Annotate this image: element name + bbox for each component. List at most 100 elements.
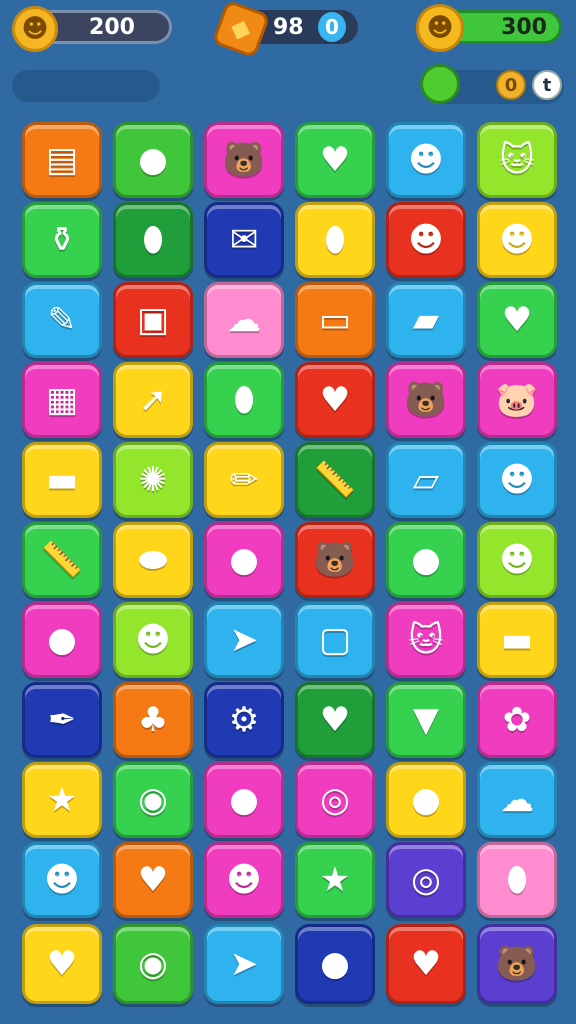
tile-r6-c2[interactable]: ⬬ [113,522,193,598]
tray-tile-4[interactable]: ● [295,924,375,1004]
coins-value: 200 [89,14,135,40]
tile-r4-c6[interactable]: 🐷 [477,362,557,438]
game-board: ▤ ● 🐻 ♥ ☻ 🐱 ⚱ ⬮ ✉ ⬮ ☻ ☻ ✎ ▣ ☁ ▭ ▰ ♥ ▦ ➚ ⬮ ♥ 🐻 🐷 ▬ ✺ ✏ 📏 ▱ ☻ 📏 ⬬ ● 🐻 ● ☻ ● ☻ ➤ ▢… [22,122,558,918]
tile-r8-c3[interactable]: ⚙ [204,682,284,758]
leaf-icon: ● [411,780,441,820]
pill-icon: ⬮ [324,220,346,260]
tile-r10-c6[interactable]: ⬮ [477,842,557,918]
tile-r7-c2[interactable]: ☻ [113,602,193,678]
slipper-icon: ⬬ [138,540,168,580]
gems-badge-value: 0 [325,15,339,39]
tile-r9-c3[interactable]: ● [204,762,284,838]
tile-r2-c2[interactable]: ⬮ [113,202,193,278]
tile-r1-c6[interactable]: 🐱 [477,122,557,198]
paper-plane-icon: ➤ [229,620,259,660]
tile-r6-c3[interactable]: ● [204,522,284,598]
tile-r10-c4[interactable]: ★ [295,842,375,918]
tile-r2-c4[interactable]: ⬮ [295,202,375,278]
tile-r6-c1[interactable]: 📏 [22,522,102,598]
tile-r1-c2[interactable]: ● [113,122,193,198]
heart-icon: ♥ [319,140,351,180]
tile-r7-c3[interactable]: ➤ [204,602,284,678]
tile-r8-c5[interactable]: ▼ [386,682,466,758]
layered-block-icon: ▤ [45,140,79,180]
tile-r3-c1[interactable]: ✎ [22,282,102,358]
tablet-icon: ▱ [412,460,440,500]
tile-r10-c1[interactable]: ☻ [22,842,102,918]
tray-tile-5[interactable]: ♥ [386,924,466,1004]
tile-r5-c3[interactable]: ✏ [204,442,284,518]
tile-r3-c2[interactable]: ▣ [113,282,193,358]
heart-icon: ♥ [319,380,351,420]
gems-badge[interactable]: 0 [318,12,346,42]
blob-face-icon: ☻ [499,460,535,500]
gems-value: 98 [273,14,304,40]
tile-r1-c4[interactable]: ♥ [295,122,375,198]
tile-r5-c5[interactable]: ▱ [386,442,466,518]
heart-icon: ♥ [319,700,351,740]
tile-r9-c1[interactable]: ★ [22,762,102,838]
tile-r5-c1[interactable]: ▬ [22,442,102,518]
tile-r1-c5[interactable]: ☻ [386,122,466,198]
tile-r4-c3[interactable]: ⬮ [204,362,284,438]
tile-r7-c4[interactable]: ▢ [295,602,375,678]
tile-r9-c2[interactable]: ◉ [113,762,193,838]
tile-r8-c6[interactable]: ✿ [477,682,557,758]
tile-r2-c5[interactable]: ☻ [386,202,466,278]
tile-r6-c5[interactable]: ● [386,522,466,598]
red-face-icon: ☻ [499,220,535,260]
cloud-face-icon: ☁ [227,300,261,340]
green-orb-icon [420,64,460,104]
pig-face-icon: 🐷 [495,380,539,420]
sun-icon: ☻ [416,4,464,52]
tile-r4-c4[interactable]: ♥ [295,362,375,438]
bear-face-icon: 🐻 [313,540,357,580]
tile-r10-c2[interactable]: ♥ [113,842,193,918]
tile-r7-c6[interactable]: ▬ [477,602,557,678]
coin-icon: ☻ [12,6,58,52]
basket-icon: ▢ [318,620,352,660]
tile-r6-c6[interactable]: ☻ [477,522,557,598]
tile-r8-c2[interactable]: ♣ [113,682,193,758]
tile-r5-c6[interactable]: ☻ [477,442,557,518]
tile-r1-c1[interactable]: ▤ [22,122,102,198]
battery-icon: ▰ [412,300,440,340]
ball-icon: ◉ [138,944,168,984]
tile-r7-c1[interactable]: ● [22,602,102,678]
tile-r9-c6[interactable]: ☁ [477,762,557,838]
tile-r9-c5[interactable]: ● [386,762,466,838]
crab-icon: ♥ [46,944,78,984]
tray-tile-6[interactable]: 🐻 [477,924,557,1004]
tile-r6-c4[interactable]: 🐻 [295,522,375,598]
tile-r8-c4[interactable]: ♥ [295,682,375,758]
tile-r4-c2[interactable]: ➚ [113,362,193,438]
tile-r5-c2[interactable]: ✺ [113,442,193,518]
tile-r7-c5[interactable]: 🐱 [386,602,466,678]
coin-small-icon[interactable]: 0 [496,70,526,100]
tile-r4-c5[interactable]: 🐻 [386,362,466,438]
tile-r5-c4[interactable]: 📏 [295,442,375,518]
tile-r3-c6[interactable]: ♥ [477,282,557,358]
tile-r2-c3[interactable]: ✉ [204,202,284,278]
tile-r1-c3[interactable]: 🐻 [204,122,284,198]
tile-r3-c4[interactable]: ▭ [295,282,375,358]
heart-bow-icon: ♥ [501,300,533,340]
tile-r9-c4[interactable]: ◎ [295,762,375,838]
info-button[interactable]: t [532,70,562,100]
tile-r3-c5[interactable]: ▰ [386,282,466,358]
leaf-icon: ● [411,540,441,580]
tile-r3-c3[interactable]: ☁ [204,282,284,358]
tray-tile-3[interactable]: ➤ [204,924,284,1004]
tile-r2-c6[interactable]: ☻ [477,202,557,278]
tray-tile-1[interactable]: ♥ [22,924,102,1004]
smiley-face-icon: ☻ [499,540,535,580]
tile-r10-c5[interactable]: ◎ [386,842,466,918]
tile-r2-c1[interactable]: ⚱ [22,202,102,278]
tile-r4-c1[interactable]: ▦ [22,362,102,438]
bottom-tray: ♥ ◉ ➤ ● ♥ 🐻 [22,924,558,1004]
tile-r8-c1[interactable]: ✒ [22,682,102,758]
jar-icon: ⚱ [47,220,77,260]
ruler-icon: 📏 [313,460,357,500]
tile-r10-c3[interactable]: ☻ [204,842,284,918]
tray-tile-2[interactable]: ◉ [113,924,193,1004]
